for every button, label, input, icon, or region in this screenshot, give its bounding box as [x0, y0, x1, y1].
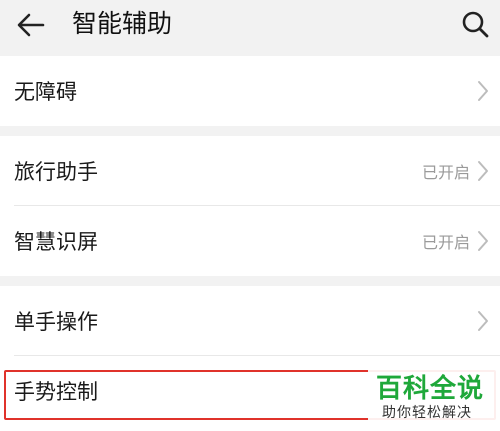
setting-row-travel-assistant[interactable]: 旅行助手 已开启 [0, 136, 500, 206]
setting-row-smart-screen-recognition[interactable]: 智慧识屏 已开启 [0, 206, 500, 276]
search-button[interactable] [458, 7, 492, 41]
setting-label: 旅行助手 [14, 160, 98, 184]
watermark-logo-text: 百科全说 [376, 374, 485, 404]
page-title: 智能辅助 [72, 9, 173, 38]
chevron-right-icon [478, 231, 488, 251]
setting-row-accessibility[interactable]: 无障碍 [0, 56, 500, 126]
status-text: 已开启 [421, 233, 470, 252]
setting-row-one-handed-mode[interactable]: 单手操作 [0, 286, 500, 356]
watermark-slogan: 助你轻松解决 [382, 405, 472, 421]
setting-label: 无障碍 [14, 80, 77, 104]
setting-label: 单手操作 [14, 310, 98, 334]
arrow-left-icon [17, 13, 45, 37]
back-button[interactable] [14, 8, 48, 42]
search-icon [462, 11, 489, 38]
chevron-right-icon [478, 161, 488, 181]
settings-group-1: 无障碍 [0, 56, 500, 126]
settings-group-2: 旅行助手 已开启 智慧识屏 已开启 [0, 136, 500, 276]
app-header: 智能辅助 [0, 0, 500, 50]
chevron-right-icon [478, 81, 488, 101]
status-text: 已开启 [421, 163, 470, 182]
chevron-right-icon [478, 311, 488, 331]
setting-label: 智慧识屏 [14, 230, 98, 254]
